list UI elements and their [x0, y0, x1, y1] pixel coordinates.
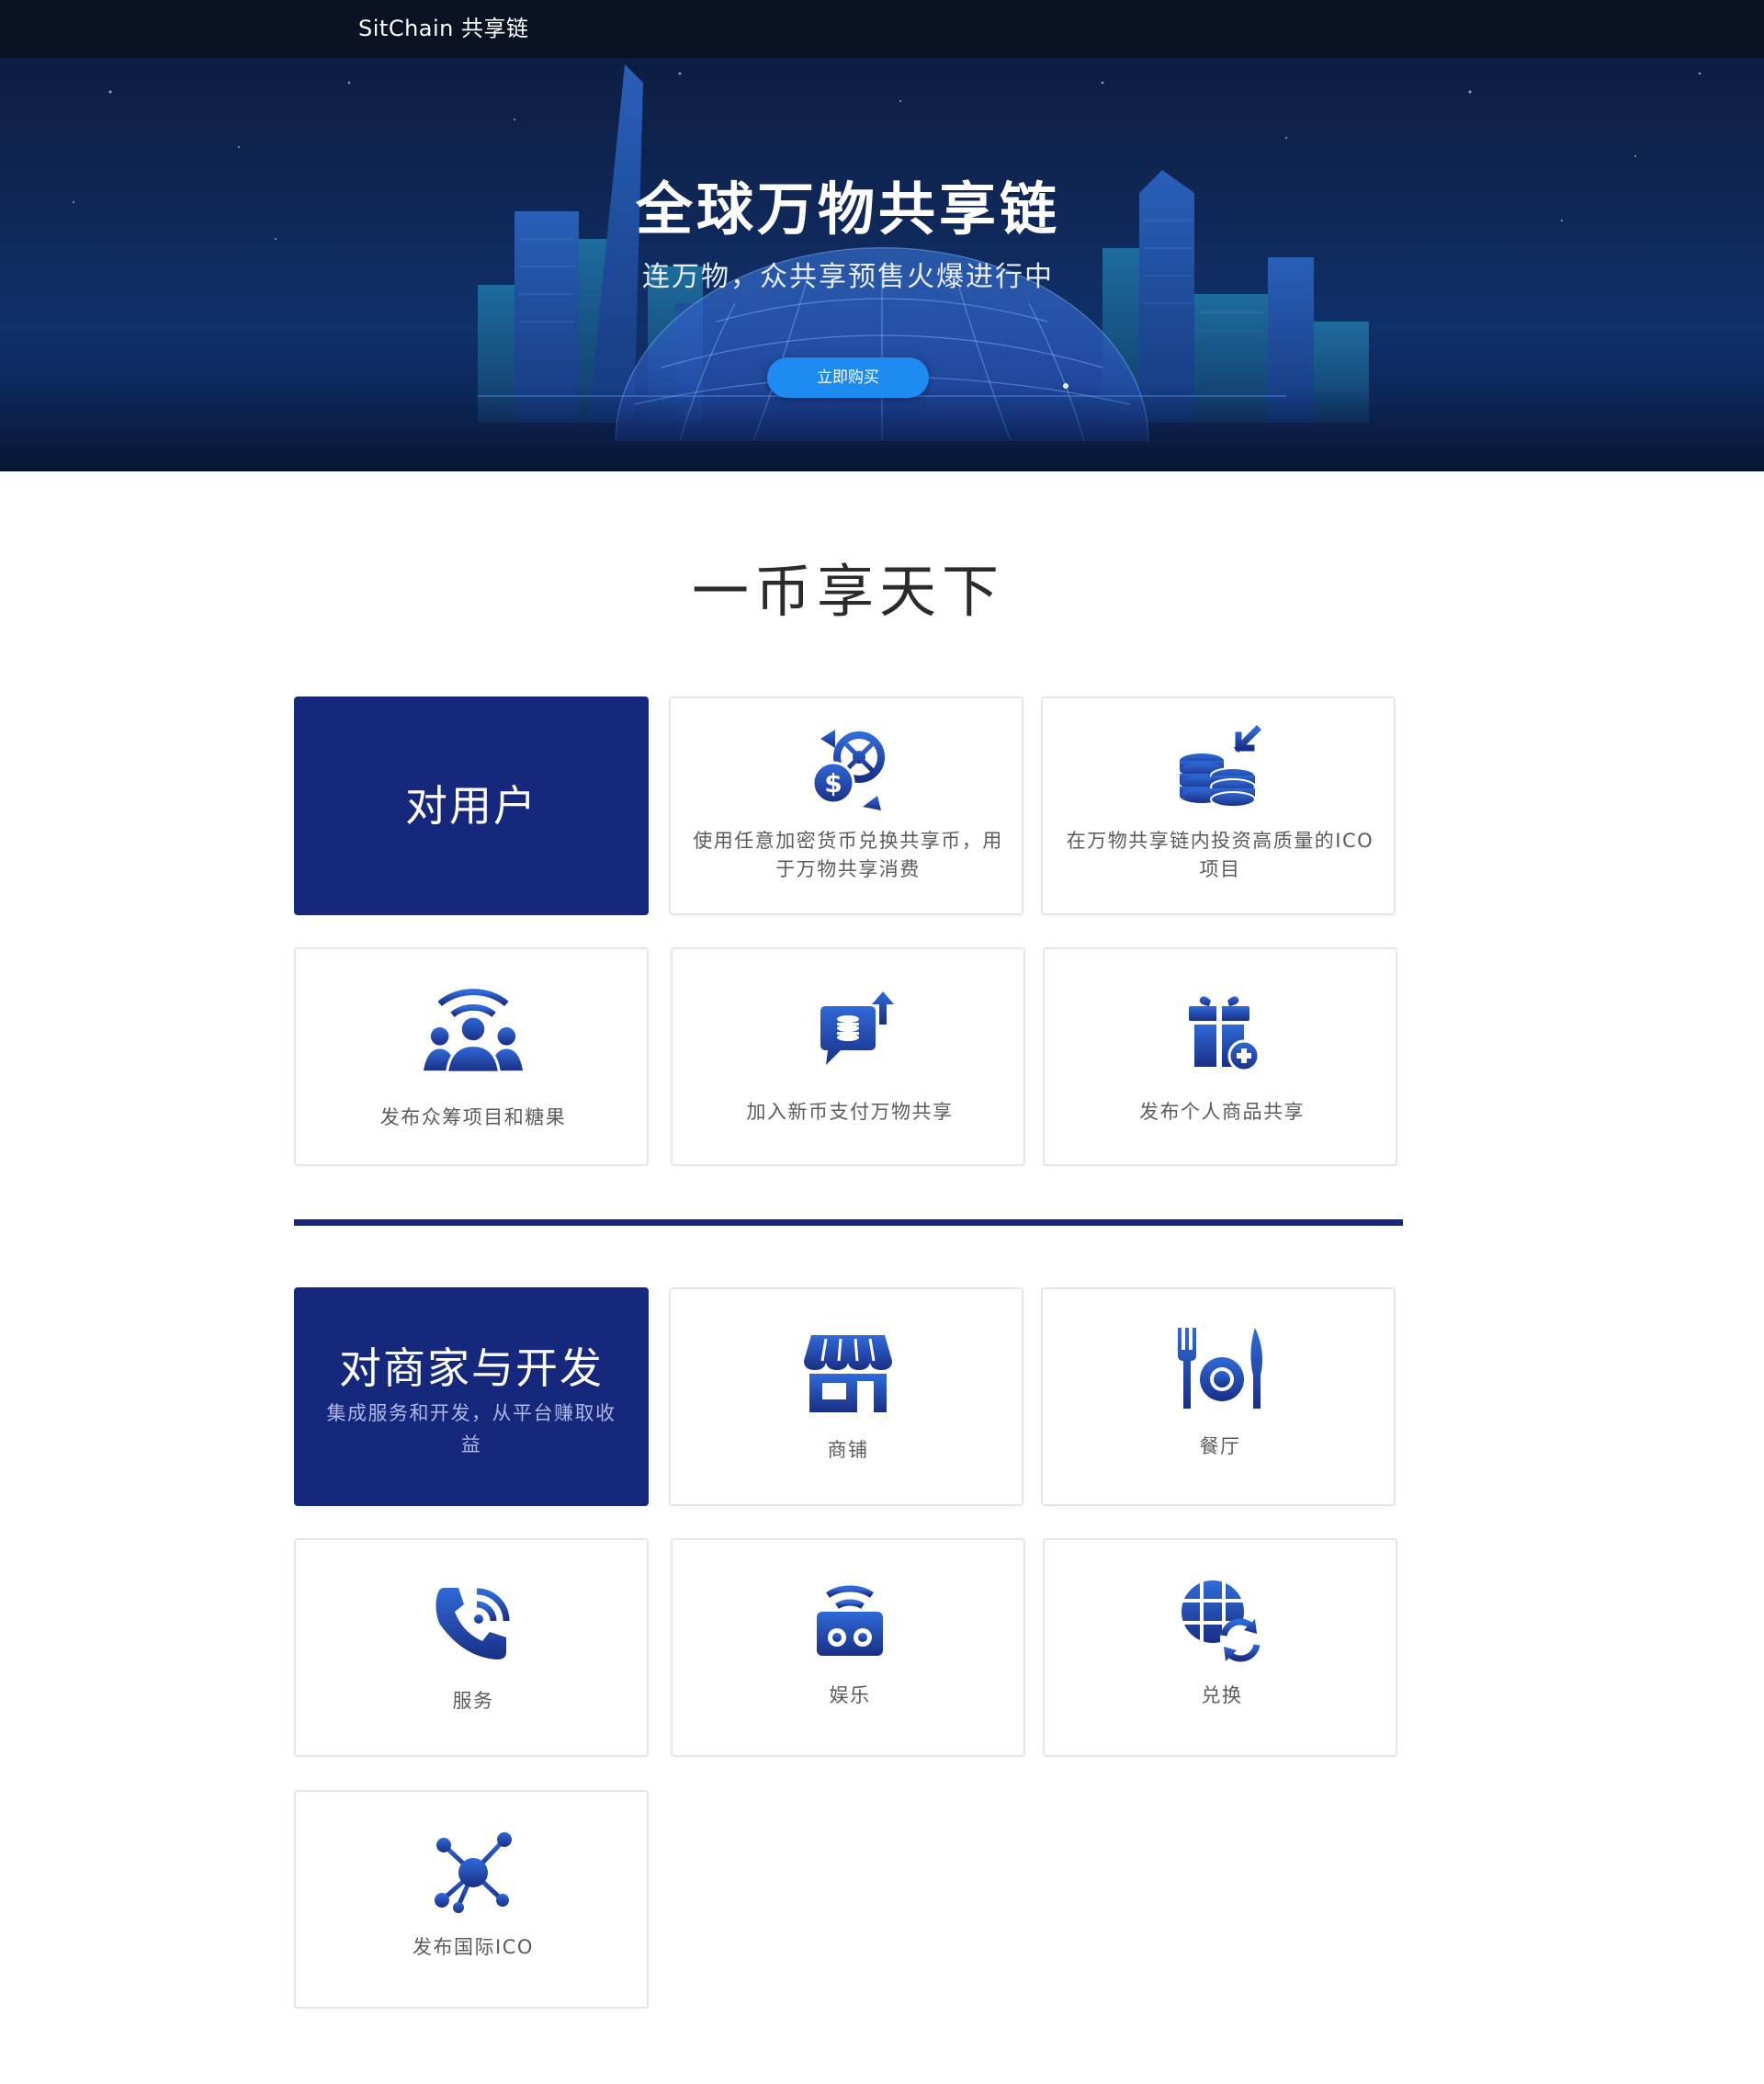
merchant-label: 娱乐	[829, 1684, 871, 1706]
restaurant-icon	[1174, 1324, 1266, 1416]
merchants-heading: 对商家与开发	[339, 1343, 604, 1393]
feature-card-ico-invest[interactable]: 在万物共享链内投资高质量的ICO项目	[1041, 697, 1396, 915]
feature-card-new-coin-pay[interactable]: 加入新币支付万物共享	[671, 947, 1025, 1166]
merchant-label: 兑换	[1201, 1684, 1243, 1706]
crowdfunding-people-icon	[424, 977, 523, 1074]
merchant-card-publish-ico[interactable]: 发布国际ICO	[294, 1790, 649, 2009]
users-heading-card: 对用户	[294, 697, 649, 915]
feature-card-currency-exchange[interactable]: $ 使用任意加密货币兑换共享币，用于万物共享消费	[669, 697, 1023, 915]
svg-text:$: $	[824, 768, 842, 798]
feature-label: 在万物共享链内投资高质量的ICO项目	[1066, 830, 1374, 880]
section-divider	[294, 1219, 1403, 1226]
feature-label: 发布众筹项目和糖果	[379, 1106, 567, 1128]
merchant-label: 商铺	[827, 1439, 869, 1461]
phone-service-icon	[427, 1579, 519, 1671]
section-title: 一币享天下	[691, 558, 1004, 625]
gift-add-icon	[1176, 988, 1268, 1080]
globe-exchange-icon	[1176, 1575, 1268, 1667]
hero-banner: 全球万物共享链 连万物，众共享预售火爆进行中 立即购买	[0, 0, 1764, 471]
top-navbar: SitChain 共享链	[0, 0, 1764, 58]
feature-card-crowdfunding[interactable]: 发布众筹项目和糖果	[294, 947, 649, 1166]
currency-exchange-icon: $	[802, 722, 894, 814]
hero-subtitle: 连万物，众共享预售火爆进行中	[642, 261, 1054, 293]
merchant-card-exchange[interactable]: 兑换	[1043, 1538, 1397, 1757]
merchant-label: 服务	[452, 1690, 494, 1712]
merchant-label: 发布国际ICO	[413, 1936, 534, 1958]
merchants-heading-card: 对商家与开发 集成服务和开发，从平台赚取收益	[294, 1287, 649, 1506]
brand-logo-text[interactable]: SitChain 共享链	[358, 14, 529, 43]
coin-stack-icon	[1174, 722, 1266, 814]
feature-label: 发布个人商品共享	[1139, 1101, 1305, 1123]
shop-icon	[802, 1328, 894, 1420]
users-heading: 对用户	[405, 781, 537, 831]
entertainment-radio-icon	[804, 1575, 896, 1667]
feature-label: 加入新币支付万物共享	[746, 1101, 954, 1123]
feature-label: 使用任意加密货币兑换共享币，用于万物共享消费	[693, 830, 1003, 880]
merchant-card-service[interactable]: 服务	[294, 1538, 649, 1757]
merchant-card-entertainment[interactable]: 娱乐	[671, 1538, 1025, 1757]
merchant-card-restaurant[interactable]: 餐厅	[1041, 1287, 1396, 1506]
hero-title: 全球万物共享链	[635, 176, 1060, 243]
merchant-label: 餐厅	[1199, 1435, 1241, 1457]
merchants-subtitle: 集成服务和开发，从平台赚取收益	[326, 1402, 616, 1455]
feature-card-personal-goods[interactable]: 发布个人商品共享	[1043, 947, 1397, 1166]
coin-upload-chat-icon	[804, 988, 896, 1080]
buy-now-button[interactable]: 立即购买	[767, 357, 929, 398]
merchant-card-shop[interactable]: 商铺	[669, 1287, 1023, 1506]
network-icon	[427, 1827, 519, 1919]
